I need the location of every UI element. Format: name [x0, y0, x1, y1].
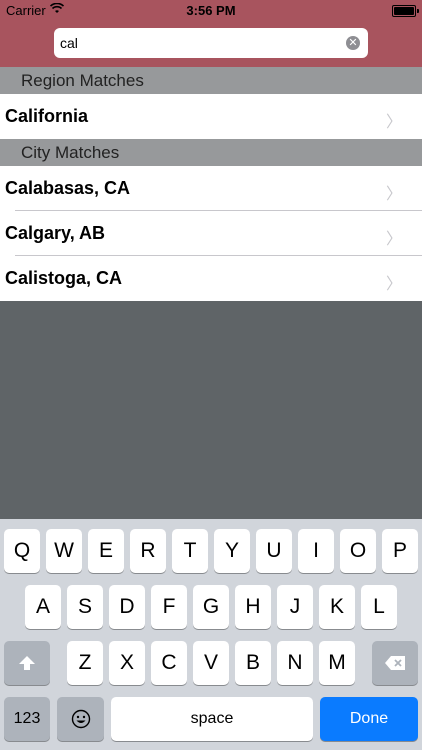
key-l[interactable]: L: [361, 585, 397, 629]
chevron-right-icon: 〉: [385, 186, 402, 203]
key-y[interactable]: Y: [214, 529, 250, 573]
key-r[interactable]: R: [130, 529, 166, 573]
clock: 3:56 PM: [186, 3, 236, 18]
shift-key[interactable]: [4, 641, 50, 685]
backspace-icon: [384, 651, 406, 674]
key-f[interactable]: F: [151, 585, 187, 629]
result-row-calgary[interactable]: Calgary, AB 〉: [0, 211, 422, 256]
chevron-right-icon: 〉: [385, 276, 402, 293]
shift-icon: [18, 651, 36, 674]
status-bar: Carrier 3:56 PM: [0, 0, 422, 22]
result-row-calabasas[interactable]: Calabasas, CA 〉: [0, 166, 422, 211]
battery-icon: [392, 5, 419, 17]
key-k[interactable]: K: [319, 585, 355, 629]
key-s[interactable]: S: [67, 585, 103, 629]
key-h[interactable]: H: [235, 585, 271, 629]
key-a[interactable]: A: [25, 585, 61, 629]
chevron-right-icon: 〉: [385, 231, 402, 248]
numbers-key[interactable]: 123: [4, 697, 50, 741]
search-results: Region Matches California 〉 City Matches…: [0, 67, 422, 301]
space-key[interactable]: space: [111, 697, 313, 741]
key-i[interactable]: I: [298, 529, 334, 573]
emoji-key[interactable]: [57, 697, 104, 741]
key-j[interactable]: J: [277, 585, 313, 629]
key-z[interactable]: Z: [67, 641, 103, 685]
key-e[interactable]: E: [88, 529, 124, 573]
row-label: Calabasas, CA: [5, 178, 131, 198]
section-header-city: City Matches: [0, 139, 422, 166]
key-v[interactable]: V: [193, 641, 229, 685]
emoji-icon: [71, 707, 91, 730]
key-p[interactable]: P: [382, 529, 418, 573]
key-t[interactable]: T: [172, 529, 208, 573]
row-label: Calgary, AB: [5, 223, 106, 243]
delete-key[interactable]: [372, 641, 418, 685]
key-n[interactable]: N: [277, 641, 313, 685]
key-b[interactable]: B: [235, 641, 271, 685]
key-o[interactable]: O: [340, 529, 376, 573]
key-g[interactable]: G: [193, 585, 229, 629]
key-m[interactable]: M: [319, 641, 355, 685]
keyboard: Q W E R T Y U I O P A S D F G H J K L Z …: [0, 519, 422, 750]
result-row-california[interactable]: California 〉: [0, 94, 422, 139]
key-x[interactable]: X: [109, 641, 145, 685]
result-row-calistoga[interactable]: Calistoga, CA 〉: [0, 256, 422, 301]
search-field[interactable]: ✕: [54, 28, 368, 58]
key-q[interactable]: Q: [4, 529, 40, 573]
row-label: California: [5, 106, 89, 126]
done-key[interactable]: Done: [320, 697, 418, 741]
key-u[interactable]: U: [256, 529, 292, 573]
row-label: Calistoga, CA: [5, 268, 123, 288]
key-d[interactable]: D: [109, 585, 145, 629]
search-input[interactable]: [60, 31, 340, 55]
chevron-right-icon: 〉: [385, 114, 402, 131]
search-bar: ✕: [0, 22, 422, 67]
key-w[interactable]: W: [46, 529, 82, 573]
clear-icon[interactable]: ✕: [346, 36, 360, 50]
key-c[interactable]: C: [151, 641, 187, 685]
section-header-region: Region Matches: [0, 67, 422, 94]
